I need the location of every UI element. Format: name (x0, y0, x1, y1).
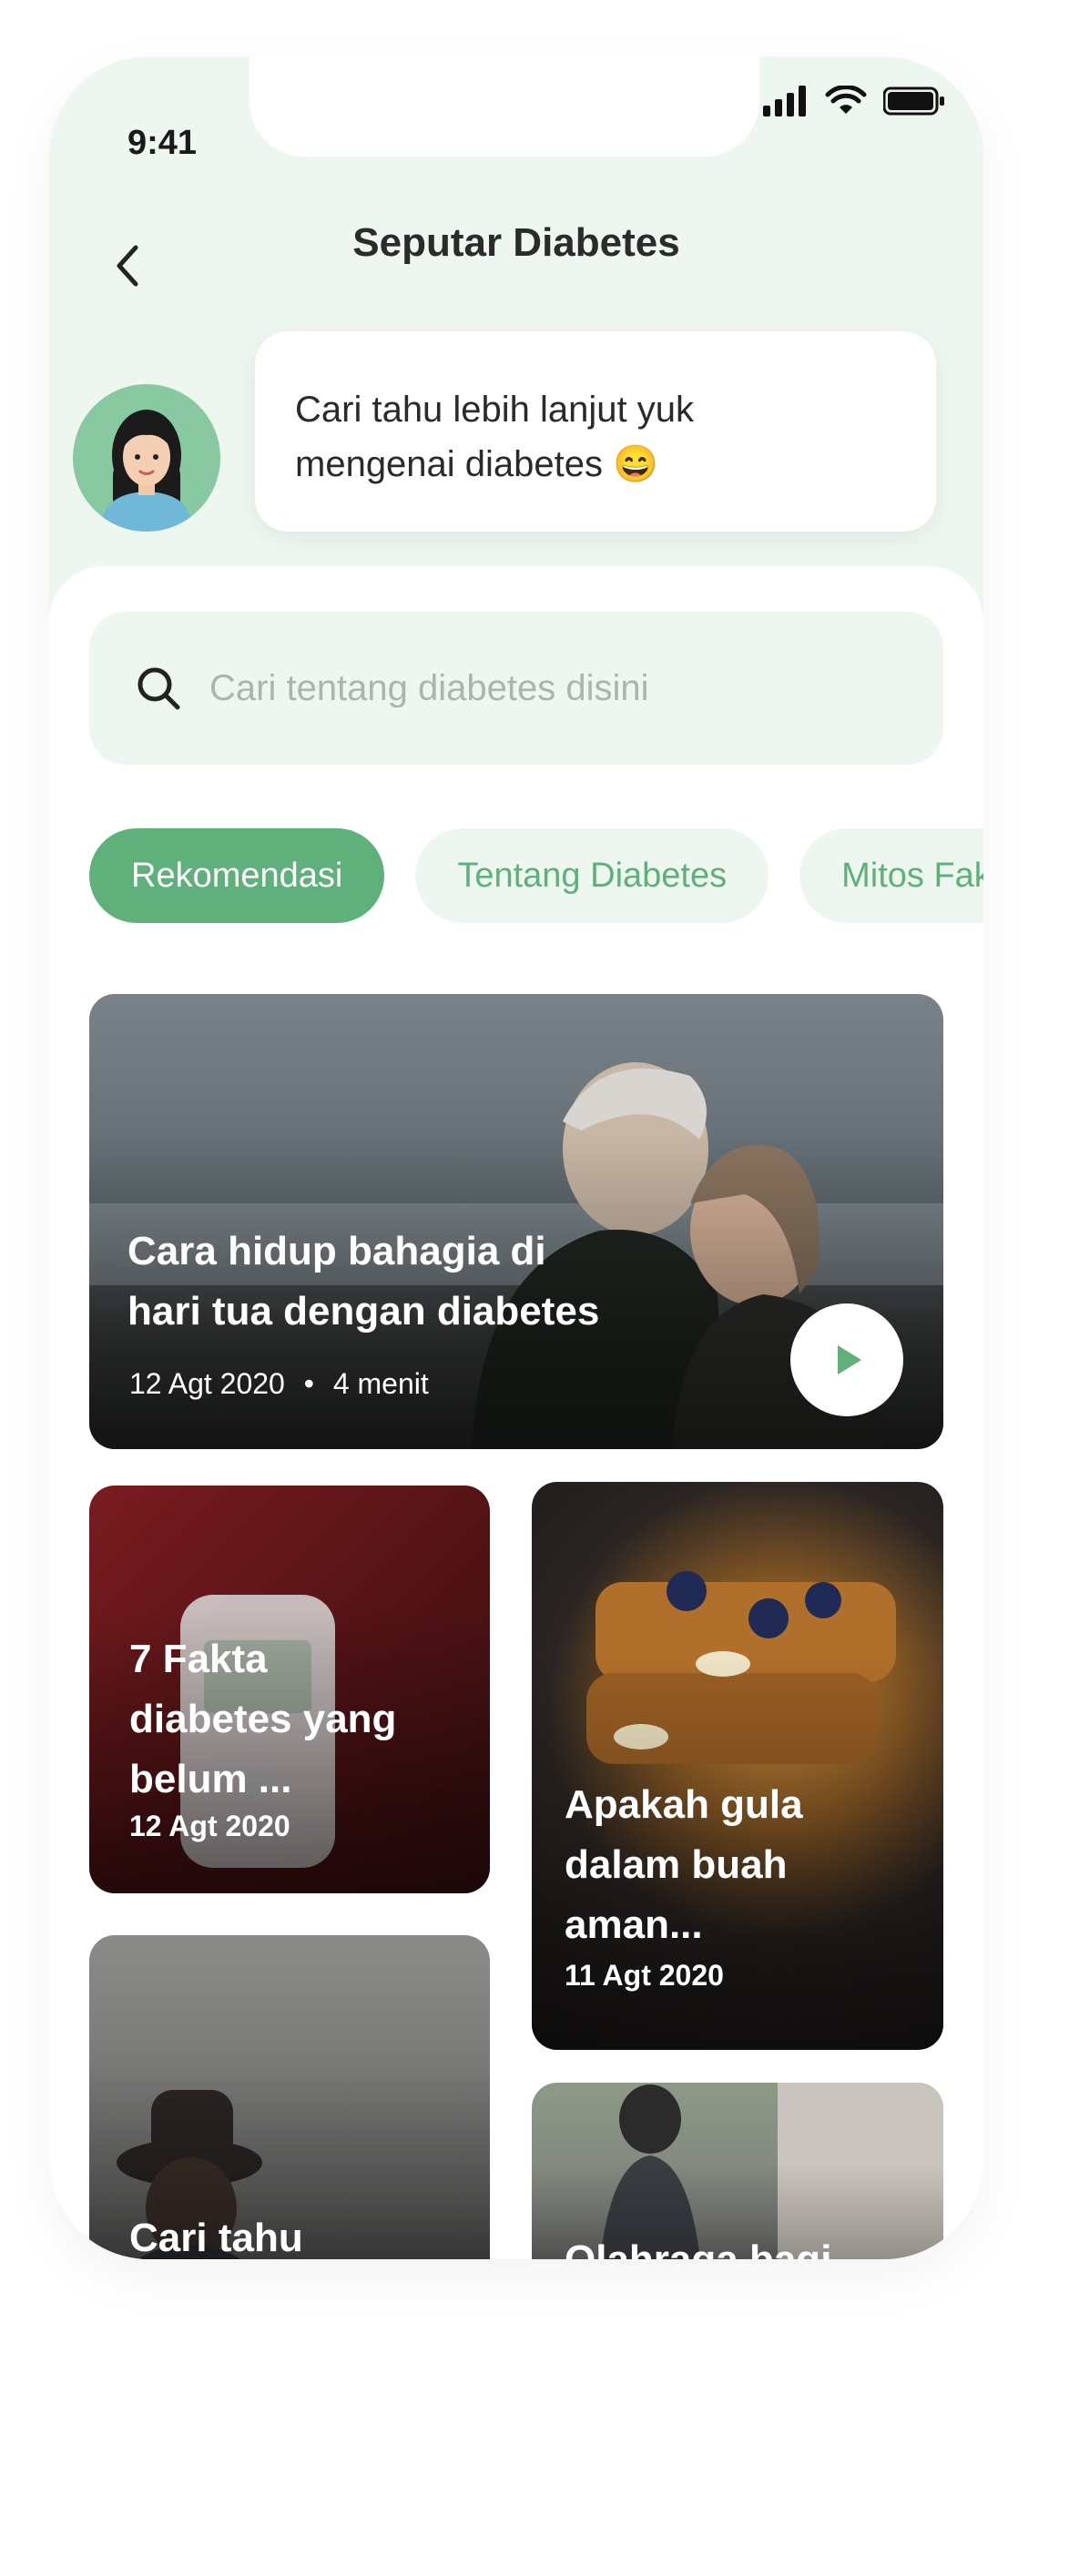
chip-mitos-fakta[interactable]: Mitos Fakta (799, 828, 983, 923)
article-title-line-2: dalam buah (565, 1842, 788, 1887)
article-card[interactable]: Apakah gula dalam buah aman... 11 Agt 20… (532, 1482, 943, 2050)
status-time: 9:41 (127, 124, 198, 162)
article-title-line-1: 7 Fakta (129, 1637, 268, 1681)
content-panel: Rekomendasi Tentang Diabetes Mitos Fakta… (49, 566, 983, 2259)
featured-duration: 4 menit (332, 1367, 429, 1400)
dot-separator: • (303, 1367, 314, 1400)
featured-title-line-1: Cara hidup bahagia di (127, 1229, 546, 1273)
search-input[interactable] (208, 666, 849, 710)
featured-title: Cara hidup bahagia di hari tua dengan di… (127, 1222, 599, 1342)
play-button[interactable] (790, 1303, 903, 1416)
chip-rekomendasi[interactable]: Rekomendasi (89, 828, 385, 923)
featured-date: 12 Agt 2020 (129, 1367, 285, 1400)
message-line-1: Cari tahu lebih lanjut yuk (295, 390, 695, 430)
article-title: Apakah gula dalam buah aman... (565, 1775, 803, 1955)
assistant-message: Cari tahu lebih lanjut yuk mengenai diab… (255, 331, 936, 532)
article-title-line-1: Apakah gula (565, 1782, 803, 1827)
phone-screen: 9:41 Seputar Diabetes Cari tahu lebih la… (49, 56, 983, 2259)
page-title: Seputar Diabetes (352, 220, 680, 265)
featured-title-line-2: hari tua dengan diabetes (127, 1289, 600, 1334)
battery-icon (883, 86, 944, 116)
article-title: Olahraga bagi (565, 2230, 831, 2259)
play-icon (838, 1345, 861, 1374)
chip-tentang-diabetes[interactable]: Tentang Diabetes (415, 828, 769, 923)
featured-meta: 12 Agt 2020 • 4 menit (129, 1367, 429, 1401)
message-line-2: mengenai diabetes 😄 (295, 444, 658, 484)
article-title: Cari tahu (129, 2216, 303, 2259)
wifi-icon (825, 86, 867, 114)
article-card[interactable]: 7 Fakta diabetes yang belum ... 12 Agt 2… (89, 1486, 490, 1893)
status-icons (763, 86, 945, 117)
article-title-line-2: diabetes yang (129, 1697, 397, 1741)
article-card[interactable]: Olahraga bagi (532, 2083, 943, 2259)
article-title: 7 Fakta diabetes yang belum ... (129, 1629, 396, 1810)
article-date: 12 Agt 2020 (129, 1810, 290, 1842)
article-date: 11 Agt 2020 (565, 1959, 724, 1992)
search-icon (137, 667, 180, 710)
search-bar[interactable] (89, 612, 943, 765)
assistant-avatar (73, 384, 220, 532)
avatar-illustration (100, 410, 193, 532)
featured-article-card[interactable]: Cara hidup bahagia di hari tua dengan di… (89, 994, 943, 1449)
article-title-line-3: aman... (565, 1902, 703, 1947)
notch (249, 56, 759, 157)
signal-icon (763, 86, 806, 117)
category-chips: Rekomendasi Tentang Diabetes Mitos Fakta (89, 828, 983, 923)
article-card[interactable]: Cari tahu (89, 1935, 490, 2259)
article-title-line-3: belum ... (129, 1757, 292, 1801)
